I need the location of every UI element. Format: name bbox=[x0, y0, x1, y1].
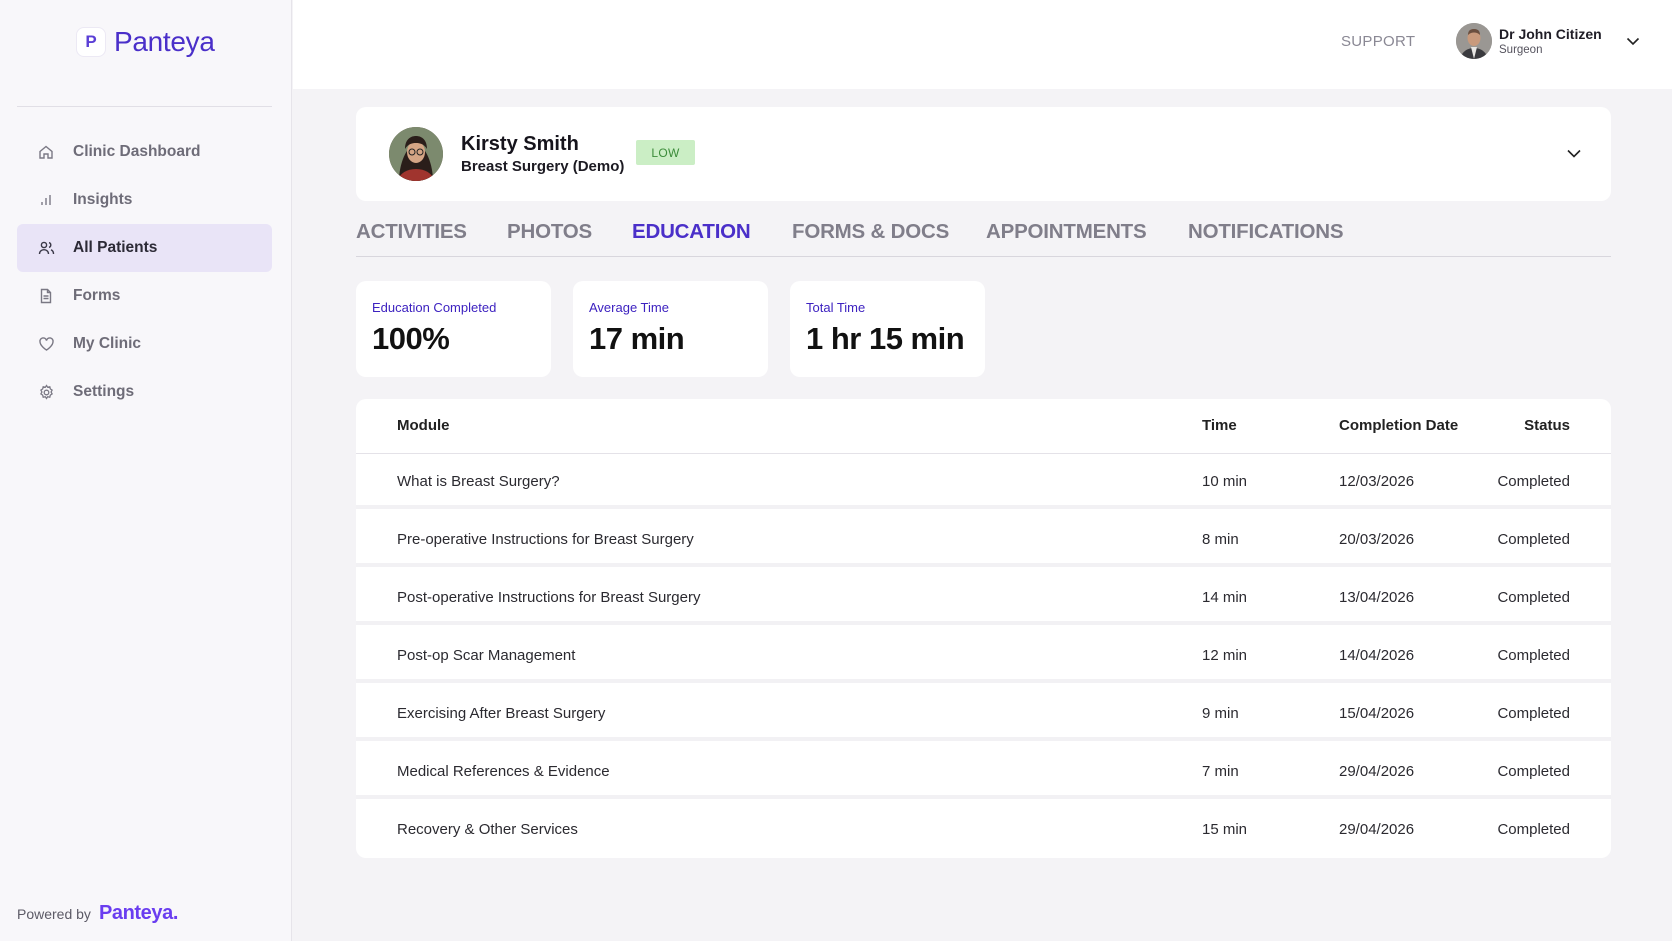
cell-status: Completed bbox=[1497, 473, 1570, 490]
patient-avatar bbox=[389, 127, 443, 181]
column-header-time[interactable]: Time bbox=[1202, 417, 1237, 434]
brand-name: Panteya bbox=[114, 26, 215, 57]
cell-module: Medical References & Evidence bbox=[397, 763, 610, 780]
table-row[interactable]: What is Breast Surgery? 10 min 12/03/202… bbox=[356, 455, 1611, 509]
table-row[interactable]: Exercising After Breast Surgery 9 min 15… bbox=[356, 687, 1611, 741]
logo-mark-icon: P bbox=[76, 27, 106, 57]
education-table: Module Time Completion Date Status What … bbox=[356, 399, 1611, 858]
table-row[interactable]: Post-operative Instructions for Breast S… bbox=[356, 571, 1611, 625]
cell-date: 15/04/2026 bbox=[1339, 705, 1415, 722]
cell-date: 29/04/2026 bbox=[1339, 821, 1415, 838]
cell-module: Pre-operative Instructions for Breast Su… bbox=[397, 531, 694, 548]
column-header-module[interactable]: Module bbox=[397, 417, 450, 434]
stat-total-time: Total Time 1 hr 15 min bbox=[790, 281, 985, 377]
user-info: Dr John Citizen Surgeon bbox=[1499, 26, 1602, 56]
cell-status: Completed bbox=[1497, 763, 1570, 780]
sidebar-item-settings[interactable]: Settings bbox=[17, 368, 272, 416]
sidebar-item-label: Forms bbox=[73, 287, 121, 304]
table-header: Module Time Completion Date Status bbox=[356, 399, 1611, 454]
cell-date: 29/04/2026 bbox=[1339, 763, 1415, 780]
chevron-down-icon[interactable] bbox=[1564, 143, 1584, 163]
tab-photos[interactable]: PHOTOS bbox=[507, 220, 592, 244]
stat-education-completed: Education Completed 100% bbox=[356, 281, 551, 377]
stat-average-time: Average Time 17 min bbox=[573, 281, 768, 377]
cell-module: What is Breast Surgery? bbox=[397, 473, 560, 490]
powered-by: Powered by Panteya. bbox=[17, 902, 178, 925]
stat-value: 17 min bbox=[589, 321, 685, 356]
stat-label: Education Completed bbox=[372, 300, 497, 315]
sidebar-item-forms[interactable]: Forms bbox=[17, 272, 272, 320]
sidebar-item-my-clinic[interactable]: My Clinic bbox=[17, 320, 272, 368]
stat-value: 1 hr 15 min bbox=[806, 321, 965, 356]
stat-label: Total Time bbox=[806, 300, 866, 315]
sidebar-item-label: Clinic Dashboard bbox=[73, 143, 201, 160]
user-menu[interactable]: Dr John Citizen Surgeon bbox=[1456, 23, 1602, 59]
table-row[interactable]: Recovery & Other Services 15 min 29/04/2… bbox=[356, 803, 1611, 857]
cell-status: Completed bbox=[1497, 821, 1570, 838]
tab-appointments[interactable]: APPOINTMENTS bbox=[986, 220, 1147, 244]
table-row[interactable]: Post-op Scar Management 12 min 14/04/202… bbox=[356, 629, 1611, 683]
cell-module: Exercising After Breast Surgery bbox=[397, 705, 606, 722]
table-row[interactable]: Medical References & Evidence 7 min 29/0… bbox=[356, 745, 1611, 799]
patient-header-card: Kirsty Smith Breast Surgery (Demo) LOW bbox=[356, 107, 1611, 201]
cell-time: 12 min bbox=[1202, 647, 1248, 664]
patient-procedure: Breast Surgery (Demo) bbox=[461, 158, 625, 175]
sidebar-item-label: My Clinic bbox=[73, 335, 142, 352]
cell-date: 14/04/2026 bbox=[1339, 647, 1415, 664]
cell-time: 10 min bbox=[1202, 473, 1248, 490]
sidebar-item-all-patients[interactable]: All Patients bbox=[17, 224, 272, 272]
home-icon bbox=[37, 143, 55, 161]
cell-time: 7 min bbox=[1202, 763, 1239, 780]
document-icon bbox=[37, 287, 55, 305]
cell-time: 14 min bbox=[1202, 589, 1248, 606]
user-role: Surgeon bbox=[1499, 44, 1543, 56]
sidebar-divider bbox=[17, 106, 272, 107]
sidebar-item-label: Settings bbox=[73, 383, 135, 400]
top-bar: SUPPORT Dr John Citizen Surgeon bbox=[293, 0, 1672, 89]
column-header-status[interactable]: Status bbox=[1524, 417, 1570, 434]
heart-icon bbox=[37, 335, 55, 353]
tab-notifications[interactable]: NOTIFICATIONS bbox=[1188, 220, 1344, 244]
stat-value: 100% bbox=[372, 321, 450, 356]
table-row[interactable]: Pre-operative Instructions for Breast Su… bbox=[356, 513, 1611, 567]
sidebar-item-insights[interactable]: Insights bbox=[17, 176, 272, 224]
tab-forms-docs[interactable]: FORMS & DOCS bbox=[792, 220, 949, 244]
chevron-down-icon[interactable] bbox=[1624, 32, 1642, 50]
cell-module: Post-op Scar Management bbox=[397, 647, 576, 664]
tab-education[interactable]: EDUCATION bbox=[632, 220, 751, 244]
cell-time: 9 min bbox=[1202, 705, 1239, 722]
brand-logo[interactable]: P Panteya bbox=[76, 26, 215, 58]
powered-by-label: Powered by bbox=[17, 906, 91, 922]
sidebar-item-clinic-dashboard[interactable]: Clinic Dashboard bbox=[17, 128, 272, 176]
powered-by-brand[interactable]: Panteya. bbox=[99, 902, 178, 925]
cell-time: 15 min bbox=[1202, 821, 1248, 838]
cell-time: 8 min bbox=[1202, 531, 1239, 548]
tab-activities[interactable]: ACTIVITIES bbox=[356, 220, 467, 244]
risk-badge: LOW bbox=[636, 140, 695, 165]
cell-module: Post-operative Instructions for Breast S… bbox=[397, 589, 701, 606]
sidebar-item-label: Insights bbox=[73, 191, 133, 208]
cell-date: 20/03/2026 bbox=[1339, 531, 1415, 548]
cell-module: Recovery & Other Services bbox=[397, 821, 578, 838]
cell-date: 13/04/2026 bbox=[1339, 589, 1415, 606]
cell-status: Completed bbox=[1497, 589, 1570, 606]
cell-date: 12/03/2026 bbox=[1339, 473, 1415, 490]
user-avatar bbox=[1456, 23, 1492, 59]
column-header-completion-date[interactable]: Completion Date bbox=[1339, 417, 1458, 434]
patient-tabs: ACTIVITIES PHOTOS EDUCATION FORMS & DOCS… bbox=[356, 218, 1611, 257]
stat-label: Average Time bbox=[589, 300, 669, 315]
cell-status: Completed bbox=[1497, 705, 1570, 722]
patient-name: Kirsty Smith bbox=[461, 133, 579, 155]
support-link[interactable]: SUPPORT bbox=[1341, 33, 1415, 50]
users-icon bbox=[37, 239, 55, 257]
cell-status: Completed bbox=[1497, 531, 1570, 548]
cell-status: Completed bbox=[1497, 647, 1570, 664]
sidebar-item-label: All Patients bbox=[73, 239, 158, 256]
bar-chart-icon bbox=[37, 191, 55, 209]
gear-icon bbox=[37, 383, 55, 401]
sidebar-nav: Clinic Dashboard Insights All Patients F… bbox=[17, 128, 272, 416]
sidebar: P Panteya Clinic Dashboard Insights All … bbox=[0, 0, 292, 941]
user-name: Dr John Citizen bbox=[1499, 26, 1602, 42]
